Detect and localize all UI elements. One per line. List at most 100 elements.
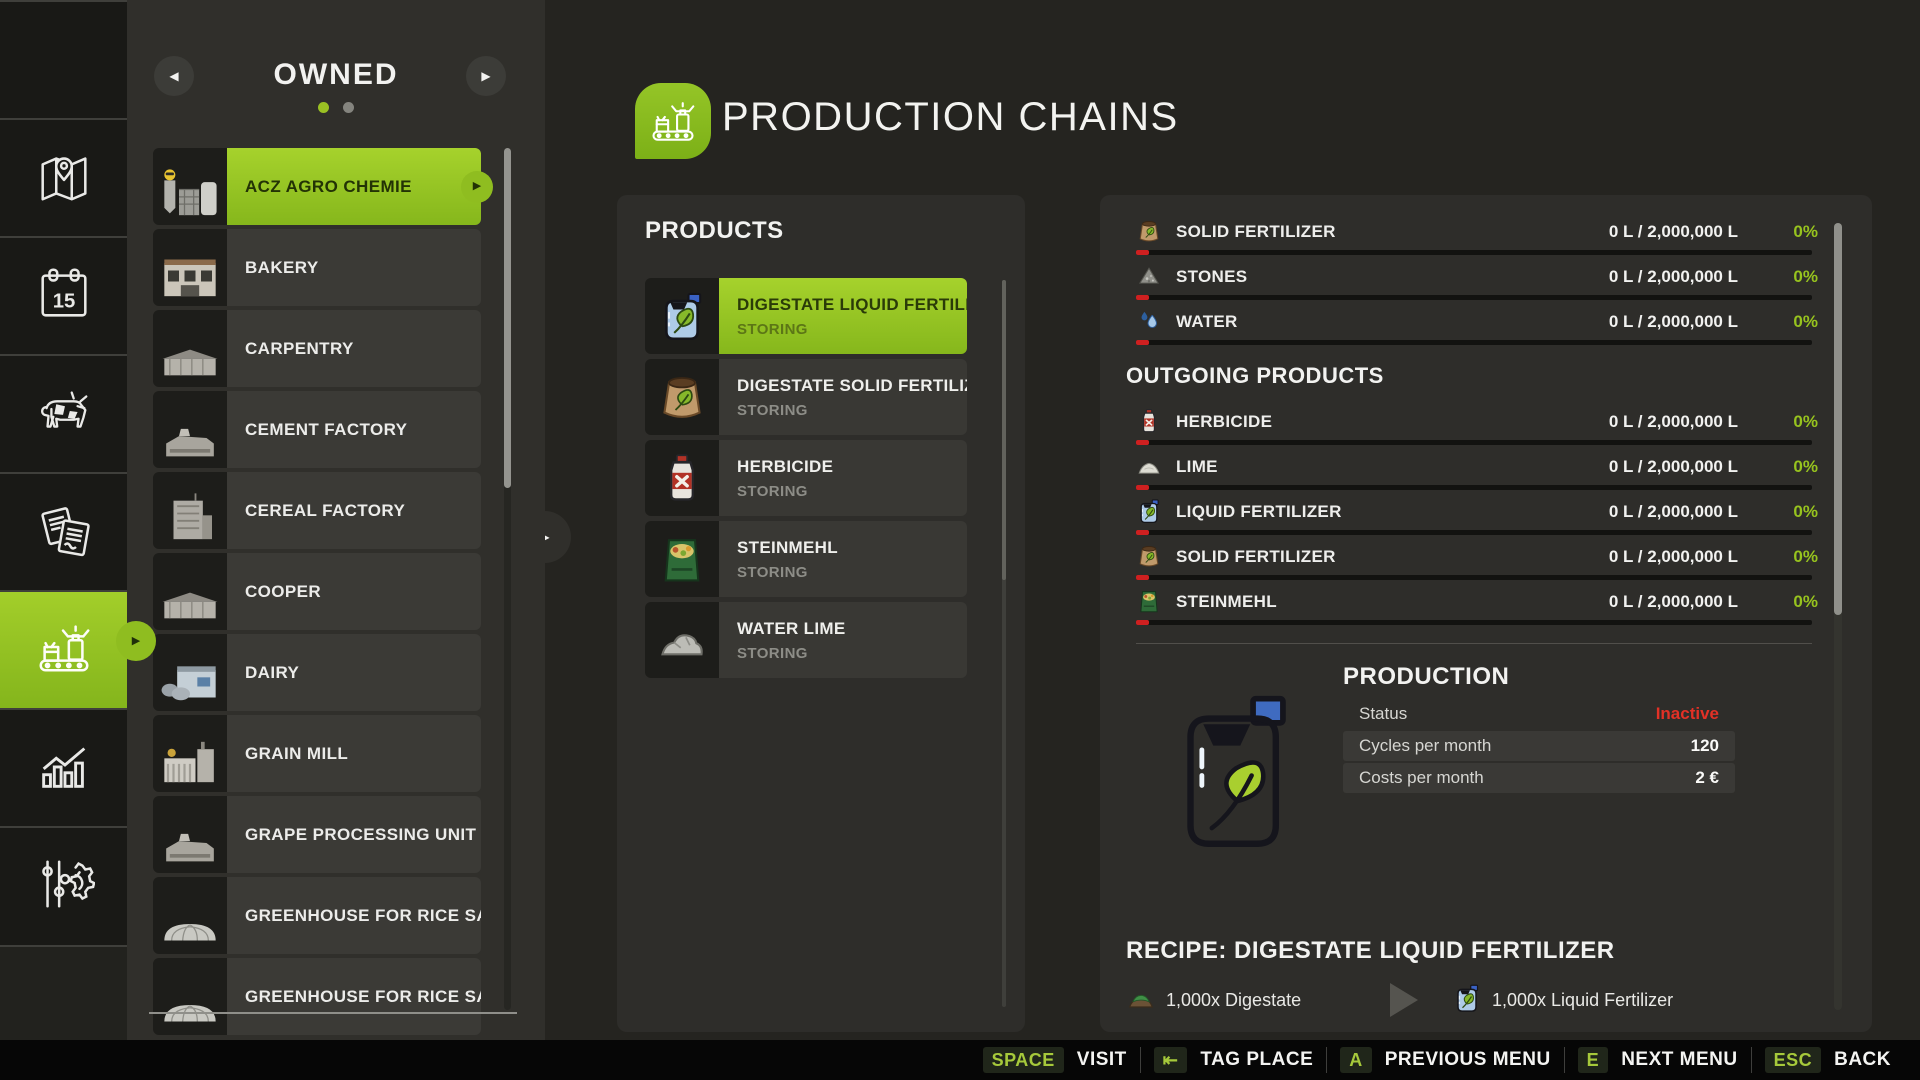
product-status: STORING: [737, 321, 967, 338]
factory-thumbnail: [153, 553, 227, 630]
menu-rail-item[interactable]: 15: [0, 236, 127, 354]
outgoing-product-icon: [1136, 498, 1162, 524]
production-info-row: Cycles per month 120: [1343, 731, 1735, 761]
owned-factory-item[interactable]: COOPER ▶: [153, 553, 481, 630]
production-chains-icon: [635, 83, 711, 159]
key-hint[interactable]: E NEXT MENU: [1564, 1047, 1751, 1073]
recipe-arrow-icon: [1390, 983, 1418, 1017]
outgoing-product-icon: [1136, 543, 1162, 569]
scrollbar-thumb[interactable]: [1834, 223, 1842, 615]
storage-percent: 0%: [1762, 267, 1818, 287]
owned-factory-item[interactable]: BAKERY ▶: [153, 229, 481, 306]
owned-factory-item[interactable]: CEMENT FACTORY ▶: [153, 391, 481, 468]
menu-rail-item[interactable]: [0, 708, 127, 826]
key-hint[interactable]: ⇤ TAG PLACE: [1140, 1047, 1326, 1073]
production-product-image: [1172, 693, 1300, 848]
factory-name: CARPENTRY: [227, 310, 481, 387]
product-item[interactable]: DIGESTATE SOLID FERTILIZER STORING ▶: [645, 359, 967, 435]
owned-factory-item[interactable]: DAIRY ▶: [153, 634, 481, 711]
owned-factory-item[interactable]: GRAIN MILL ▶: [153, 715, 481, 792]
product-item[interactable]: STEINMEHL STORING ▶: [645, 521, 967, 597]
menu-rail-item[interactable]: [0, 118, 127, 236]
owned-factory-item[interactable]: GREENHOUSE FOR RICE SA... ▶: [153, 958, 481, 1035]
menu-rail-item[interactable]: [0, 590, 127, 708]
outgoing-progress-bar: [1136, 575, 1812, 580]
outgoing-percent: 0%: [1762, 592, 1818, 612]
product-label: DIGESTATE LIQUID FERTILIZER STORING: [719, 278, 967, 354]
section-divider: [1136, 643, 1812, 644]
product-icon: [645, 602, 719, 678]
outgoing-amount: 0 L / 2,000,000 L: [1609, 547, 1738, 567]
product-name: HERBICIDE: [737, 457, 967, 477]
recipe-output-label: 1,000x Liquid Fertilizer: [1492, 990, 1673, 1011]
production-info-row: Costs per month 2 €: [1343, 763, 1735, 793]
outgoing-progress-bar: [1136, 620, 1812, 625]
product-label: STEINMEHL STORING: [719, 521, 967, 597]
storage-progress-bar: [1136, 295, 1812, 300]
factory-name: CEMENT FACTORY: [227, 391, 481, 468]
product-icon: [645, 440, 719, 516]
details-scrollbar[interactable]: [1834, 223, 1842, 1010]
factory-thumbnail: [153, 796, 227, 873]
outgoing-row: SOLID FERTILIZER 0 L / 2,000,000 L 0%: [1100, 538, 1872, 583]
storage-row: WATER 0 L / 2,000,000 L 0%: [1100, 303, 1872, 348]
product-icon: [645, 278, 719, 354]
product-label: WATER LIME STORING: [719, 602, 967, 678]
product-name: DIGESTATE SOLID FERTILIZER: [737, 376, 967, 396]
outgoing-product-icon: [1136, 453, 1162, 479]
storage-product-name: SOLID FERTILIZER: [1176, 222, 1336, 242]
outgoing-progress-bar: [1136, 440, 1812, 445]
production-info-label: Costs per month: [1359, 768, 1484, 788]
owned-factory-item[interactable]: GREENHOUSE FOR RICE SA... ▶: [153, 877, 481, 954]
rail-footer: [0, 945, 127, 1040]
products-scrollbar[interactable]: [1002, 280, 1006, 1007]
outgoing-progress-bar: [1136, 530, 1812, 535]
recipe-row: 1,000x Digestate 1,000x Liquid Fertilize…: [1126, 981, 1846, 1019]
scrollbar-thumb[interactable]: [1002, 280, 1006, 580]
product-item[interactable]: HERBICIDE STORING ▶: [645, 440, 967, 516]
owned-factory-item[interactable]: CEREAL FACTORY ▶: [153, 472, 481, 549]
owned-next-page-button[interactable]: ▶: [466, 56, 506, 96]
menu-rail-item[interactable]: [0, 826, 127, 944]
storage-row: SOLID FERTILIZER 0 L / 2,000,000 L 0%: [1100, 213, 1872, 258]
factory-thumbnail: [153, 229, 227, 306]
factory-name: GRAPE PROCESSING UNIT: [227, 796, 481, 873]
owned-factory-list: ACZ AGRO CHEMIE ▶ BAKERY ▶ CARPENTRY ▶: [153, 148, 481, 1035]
scrollbar-thumb[interactable]: [504, 148, 511, 488]
menu-rail-item[interactable]: [0, 354, 127, 472]
product-icon: [645, 521, 719, 597]
key-hint[interactable]: ESC BACK: [1751, 1047, 1904, 1073]
recipe-output: 1,000x Liquid Fertilizer: [1452, 983, 1673, 1018]
production-info-value: Inactive: [1656, 704, 1719, 724]
outgoing-product-icon: [1136, 408, 1162, 434]
owned-list-end-divider: [149, 1012, 517, 1014]
products-panel-title: PRODUCTS: [645, 217, 784, 245]
product-name: DIGESTATE LIQUID FERTILIZER: [737, 295, 967, 315]
owned-factory-item[interactable]: GRAPE PROCESSING UNIT ▶: [153, 796, 481, 873]
keycap: SPACE: [983, 1047, 1064, 1073]
menu-rail-icon: [33, 499, 95, 566]
menu-rail-item[interactable]: [0, 0, 127, 118]
menu-rail-item[interactable]: [0, 472, 127, 590]
outgoing-product-name: SOLID FERTILIZER: [1176, 547, 1336, 567]
production-details-panel: SOLID FERTILIZER 0 L / 2,000,000 L 0% ST…: [1100, 195, 1872, 1032]
key-hint[interactable]: SPACE VISIT: [970, 1047, 1140, 1073]
outgoing-rows: HERBICIDE 0 L / 2,000,000 L 0% LIME 0 L …: [1100, 403, 1872, 628]
owned-factory-item[interactable]: CARPENTRY ▶: [153, 310, 481, 387]
page-dot[interactable]: [318, 102, 329, 113]
factory-thumbnail: [153, 310, 227, 387]
page-title: PRODUCTION CHAINS: [722, 95, 1179, 140]
page-dot[interactable]: [343, 102, 354, 113]
key-hint[interactable]: A PREVIOUS MENU: [1326, 1047, 1563, 1073]
product-item[interactable]: WATER LIME STORING ▶: [645, 602, 967, 678]
factory-thumbnail: [153, 472, 227, 549]
outgoing-amount: 0 L / 2,000,000 L: [1609, 412, 1738, 432]
factory-name: CEREAL FACTORY: [227, 472, 481, 549]
products-panel: PRODUCTS DIGESTATE LIQUID FERTILIZER STO…: [617, 195, 1025, 1032]
product-item[interactable]: DIGESTATE LIQUID FERTILIZER STORING ▶: [645, 278, 967, 354]
outgoing-percent: 0%: [1762, 457, 1818, 477]
storage-percent: 0%: [1762, 312, 1818, 332]
owned-list-scrollbar[interactable]: [504, 148, 511, 1010]
left-menu-rail: 15: [0, 0, 127, 1040]
owned-factory-item[interactable]: ACZ AGRO CHEMIE ▶: [153, 148, 481, 225]
